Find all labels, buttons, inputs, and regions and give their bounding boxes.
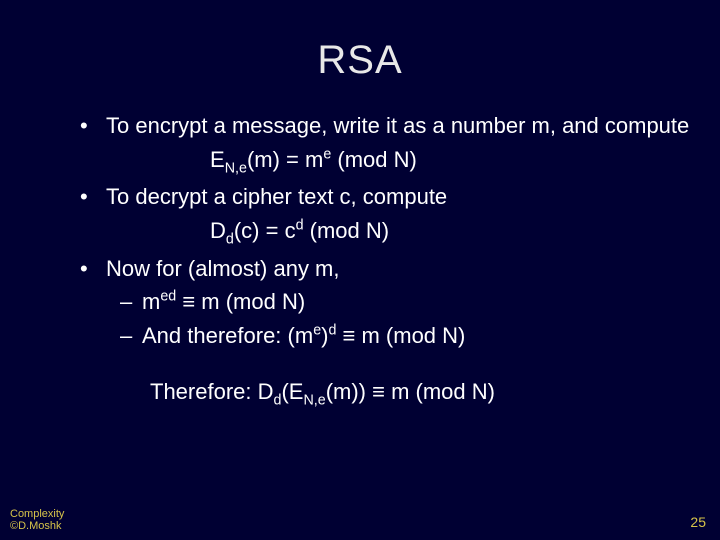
f-part: D	[210, 218, 226, 243]
f-part: E	[210, 147, 225, 172]
subbullet-therefore: And therefore: (me)d ≡ m (mod N)	[80, 321, 690, 351]
slide-content: To encrypt a message, write it as a numb…	[0, 83, 720, 411]
subbullet-med: med ≡ m (mod N)	[80, 287, 690, 317]
f-part: ≡ m (mod N)	[176, 289, 305, 314]
page-number: 25	[690, 514, 706, 530]
f-part: (c) = c	[234, 218, 296, 243]
footer-left: Complexity ©D.Moshk	[10, 508, 64, 532]
bullet-text: Now for (almost) any m,	[106, 256, 340, 281]
f-part: Therefore: D	[150, 379, 274, 404]
f-sub: d	[226, 231, 234, 247]
slide-title: RSA	[0, 0, 720, 83]
f-sup: ed	[160, 289, 176, 305]
footer-line1: Complexity	[10, 508, 64, 520]
bullet-anym: Now for (almost) any m,	[80, 254, 690, 284]
f-part: m	[142, 289, 160, 314]
f-part: (m) = m	[247, 147, 323, 172]
footer-line2: ©D.Moshk	[10, 520, 64, 532]
bullet-text: To encrypt a message, write it as a numb…	[106, 113, 689, 138]
formula-encrypt: EN,e(m) = me (mod N)	[80, 145, 690, 179]
f-sub: N,e	[303, 392, 325, 408]
f-sub: N,e	[225, 160, 247, 176]
f-sup: e	[313, 323, 321, 339]
f-part: And therefore: (m	[142, 323, 313, 348]
f-part: ≡ m (mod N)	[336, 323, 465, 348]
f-part: (mod N)	[331, 147, 417, 172]
f-part: (m)) ≡ m (mod N)	[326, 379, 495, 404]
slide: RSA To encrypt a message, write it as a …	[0, 0, 720, 540]
formula-decrypt: Dd(c) = cd (mod N)	[80, 216, 690, 250]
conclusion-line: Therefore: Dd(EN,e(m)) ≡ m (mod N)	[80, 377, 690, 411]
f-part: (E	[281, 379, 303, 404]
f-part: (mod N)	[304, 218, 390, 243]
bullet-text: To decrypt a cipher text c, compute	[106, 184, 447, 209]
f-sup: d	[296, 218, 304, 234]
bullet-encrypt: To encrypt a message, write it as a numb…	[80, 111, 690, 141]
bullet-decrypt: To decrypt a cipher text c, compute	[80, 182, 690, 212]
